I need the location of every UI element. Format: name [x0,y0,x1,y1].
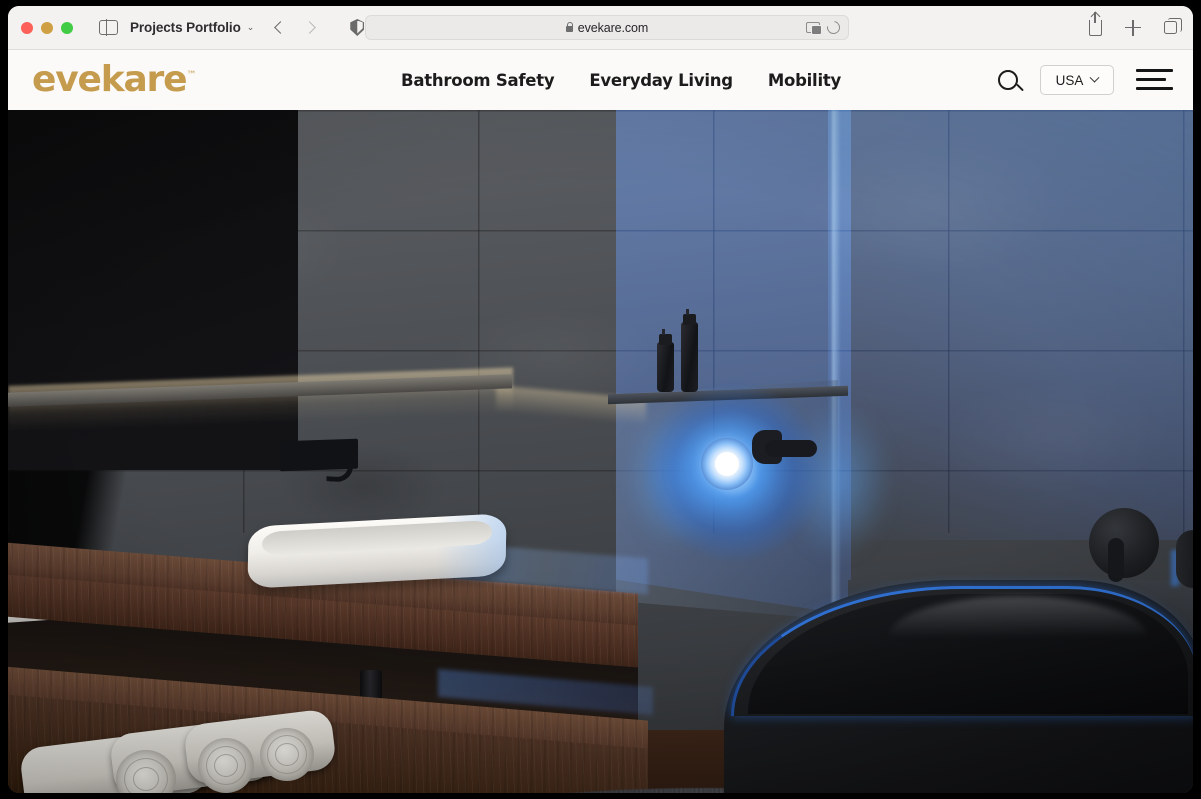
rolled-towel-end [198,738,254,793]
rolled-towel-end [260,728,314,781]
tab-overview-icon[interactable] [1164,17,1182,34]
minimize-window-button[interactable] [41,21,53,34]
chevron-down-icon[interactable]: ⌄ [247,23,255,32]
soap-bottle-small [657,342,674,392]
shower-mixer-handle-right [1108,538,1124,582]
sink-drain-pipe [360,670,382,700]
sidebar-toggle-icon[interactable] [99,19,118,36]
soap-pump-small [659,329,672,345]
site-logo[interactable]: evekare™ [32,62,196,98]
blue-spotlight-core [715,452,739,476]
share-icon[interactable] [1089,11,1102,36]
url-text: evekare.com [577,20,649,35]
nav-item-everyday-living[interactable]: Everyday Living [589,71,733,90]
nav-item-bathroom-safety[interactable]: Bathroom Safety [401,71,555,90]
privacy-shield-icon[interactable] [350,19,365,36]
region-selector-label: USA [1055,72,1084,88]
address-bar-actions [806,18,843,37]
search-icon[interactable] [998,70,1018,90]
shower-mixer-plate-right [1089,508,1159,578]
window-controls [21,21,73,34]
site-header: evekare™ Bathroom Safety Everyday Living… [8,50,1193,110]
navigation-buttons [274,21,317,34]
plus-icon[interactable] [1125,19,1141,36]
hero-image: .Facebook .Instagram .LinkedIn [8,110,1193,793]
toolbar-actions [1089,11,1182,36]
soap-pump-large [683,309,696,325]
chevron-down-icon [1089,72,1100,83]
nav-item-mobility[interactable]: Mobility [768,71,841,90]
header-actions: USA [998,65,1173,95]
back-chevron-icon[interactable] [274,21,288,34]
address-bar[interactable]: evekare.com [365,15,849,40]
primary-navigation: Bathroom Safety Everyday Living Mobility [401,71,841,90]
reload-icon[interactable] [824,18,843,37]
bath-spout-right [1176,530,1193,588]
browser-toolbar: Projects Portfolio ⌄ evekare.com [8,6,1193,50]
browser-window: Projects Portfolio ⌄ evekare.com evekare… [8,6,1193,793]
webpage-viewport: evekare™ Bathroom Safety Everyday Living… [8,50,1193,793]
region-selector[interactable]: USA [1040,65,1114,95]
close-window-button[interactable] [21,21,33,34]
soap-bottle-large [681,322,698,392]
profile-name[interactable]: Projects Portfolio [130,20,241,35]
hamburger-menu-icon[interactable] [1136,69,1173,91]
translate-icon[interactable] [806,22,822,35]
trademark-symbol: ™ [186,70,197,81]
lock-icon [565,21,574,32]
forward-chevron-icon [303,21,317,34]
maximize-window-button[interactable] [61,21,73,34]
shower-mixer-lever [765,440,817,457]
site-logo-text: evekare [32,59,188,100]
